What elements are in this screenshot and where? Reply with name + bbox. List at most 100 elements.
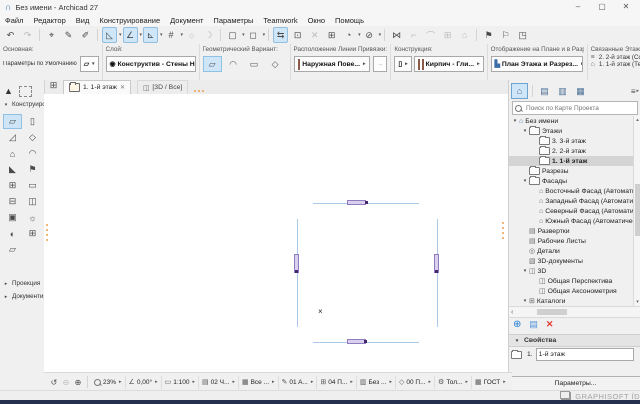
slab-tool[interactable]: ◇ — [23, 130, 42, 145]
orientation-dropdown[interactable]: ▾ — [379, 32, 382, 38]
tree-item-schedules[interactable]: ▾ ⊞ Каталоги — [509, 296, 633, 306]
zoom-fit-icon[interactable]: ↺ — [48, 376, 60, 389]
wall-node-left[interactable] — [295, 270, 298, 273]
adjust-icon[interactable]: ⌐ — [406, 27, 421, 43]
tree-item-story-2[interactable]: 2. 2-й этаж — [509, 146, 633, 156]
project-map-icon[interactable]: ⌂ — [511, 83, 528, 99]
menu-window[interactable]: Окно — [303, 16, 330, 25]
measure-icon[interactable]: ✐ — [78, 27, 93, 43]
maximize-button[interactable]: ▢ — [590, 0, 614, 13]
gravity-icon[interactable]: ☼ — [184, 27, 199, 43]
geometry-polygon-button[interactable]: ◇ — [266, 56, 285, 72]
tree-item-east-elevation[interactable]: ⌂ Восточный Фасад (Автоматич — [509, 186, 633, 196]
dimension-style-chip[interactable]: ⚙ Тол... ▸ — [435, 376, 472, 389]
delete-icon[interactable]: ✕ — [546, 319, 554, 330]
mesh-tool[interactable]: ⊞ — [23, 226, 42, 241]
standard-chip[interactable]: ▦ ГОСТ ▸ — [472, 376, 509, 389]
toolbox-section-document[interactable]: ▸ Документир- — [2, 293, 44, 300]
tree-item-3d-documents[interactable]: ▧ 3D-документы — [509, 256, 633, 266]
upper-story-label[interactable]: 2. 2-й этаж (Собс — [599, 54, 640, 61]
layout-book-icon[interactable]: ▥ — [554, 83, 571, 99]
pen-set-chip[interactable]: ✎ 01 A... ▸ — [279, 376, 318, 389]
tab-overview-icon[interactable]: ⊞ — [46, 77, 61, 93]
door-tool[interactable]: ▭ — [23, 178, 42, 193]
toolbox-section-design[interactable]: ▾ Конструиров — [2, 101, 44, 108]
tree-item-story-3[interactable]: 3. 3-й этаж — [509, 136, 633, 146]
structure-type-button[interactable]: ▯ ▸ — [394, 56, 411, 72]
orientation-icon[interactable]: ⊘ — [362, 27, 377, 43]
flag-empty-icon[interactable]: ⚐ — [498, 27, 513, 43]
horizontal-scroll-thumb[interactable] — [537, 309, 567, 315]
menu-help[interactable]: Помощь — [330, 16, 369, 25]
geometry-rectangle-button[interactable]: ▭ — [245, 56, 264, 72]
right-splitter-handle[interactable] — [502, 222, 504, 239]
tree-item-3d[interactable]: ▾ ◫ 3D — [509, 266, 633, 276]
zoom-level-chip[interactable]: 23% ▸ — [91, 376, 126, 389]
explode-icon[interactable]: ✕ — [307, 27, 322, 43]
tree-item-sections[interactable]: Разрезы — [509, 166, 633, 176]
window-tool[interactable]: ⊟ — [3, 194, 22, 209]
graphisoft-id-icon[interactable] — [561, 392, 571, 400]
lock-dropdown[interactable]: ▾ — [263, 32, 266, 38]
publisher-icon[interactable]: ▦ — [572, 83, 589, 99]
flag-filled-icon[interactable]: ⚑ — [481, 27, 496, 43]
floor-plan-canvas[interactable]: × — [44, 94, 508, 372]
layer-combination-chip[interactable]: ▤ 02 Ч... ▸ — [199, 376, 239, 389]
left-splitter-handle[interactable] — [46, 224, 48, 241]
tree-item-north-elevation[interactable]: ⌂ Северный Фасад (Автоматиче — [509, 206, 633, 216]
wall-segment-top[interactable] — [347, 200, 366, 205]
menu-options[interactable]: Параметры — [208, 16, 258, 25]
curtain-wall-tool[interactable]: ⊞ — [3, 178, 22, 193]
mouse-constraints-icon[interactable]: ☽ — [201, 27, 216, 43]
snap-guides-dropdown[interactable]: ▾ — [140, 32, 143, 38]
story-name-field[interactable] — [536, 348, 634, 361]
menu-file[interactable]: Файл — [0, 16, 28, 25]
align-icon[interactable]: ⊞ — [324, 27, 339, 43]
snap-guides-icon[interactable]: ∠ — [123, 27, 138, 43]
tree-horizontal-scrollbar[interactable]: ‹ › — [509, 306, 640, 318]
grid-snap-icon[interactable]: # — [164, 27, 179, 43]
structure-display-chip[interactable]: ▦ Все ... ▸ — [239, 376, 279, 389]
favorites-icon[interactable]: ◳ — [515, 27, 530, 43]
stair-tool[interactable]: ▱ — [3, 242, 22, 257]
lock-icon[interactable]: ◻ — [246, 27, 261, 43]
marquee-dropdown[interactable]: ▾ — [242, 32, 245, 38]
morph-tool[interactable]: ◣ — [3, 162, 22, 177]
beam-tool[interactable]: ◿ — [3, 130, 22, 145]
skylight-tool[interactable]: ◫ — [23, 194, 42, 209]
fillet-icon[interactable]: ⌒ — [423, 27, 438, 43]
compass-dropdown[interactable]: ▾ — [358, 32, 361, 38]
tree-item-details[interactable]: ◎ Детали — [509, 246, 633, 256]
model-view-chip[interactable]: ⊞ 04 П... ▸ — [317, 376, 357, 389]
lamp-tool[interactable]: ☼ — [23, 210, 42, 225]
floor-plan-display-button[interactable]: ▙ План Этажа и Разрез... ▸ — [491, 56, 583, 72]
wall-node-top[interactable] — [365, 201, 368, 204]
tab-floor-plan[interactable]: 1. 1-й этаж ✕ — [63, 80, 131, 94]
vertical-scroll-thumb[interactable] — [635, 184, 640, 236]
snap-points-icon[interactable]: ⊾ — [143, 27, 158, 43]
wall-default-button[interactable]: ▱ ▾ — [80, 56, 99, 72]
refline-flip-button[interactable]: → — [373, 56, 388, 72]
tree-item-axonometry[interactable]: ◫ Общая Аксонометрия — [509, 286, 633, 296]
tree-item-elevations[interactable]: ▾ Фасады — [509, 176, 633, 186]
refline-select-button[interactable]: Наружная Пове... ▸ — [294, 56, 370, 72]
minimize-button[interactable]: – — [566, 0, 590, 13]
renovation-filter-chip[interactable]: ◇ 00 П... ▸ — [396, 376, 435, 389]
grid-snap-dropdown[interactable]: ▾ — [181, 32, 184, 38]
virtual-trace-icon[interactable]: ⊡ — [290, 27, 305, 43]
properties-section-header[interactable]: ▾ Свойства — [509, 334, 640, 347]
guide-lines-dropdown[interactable]: ▾ — [119, 32, 122, 38]
wall-node-right[interactable] — [435, 270, 438, 273]
snap-points-dropdown[interactable]: ▾ — [160, 32, 163, 38]
marquee-options-icon[interactable]: ▢ — [225, 27, 240, 43]
geometry-curved-button[interactable]: ◠ — [224, 56, 243, 72]
zoom-in-icon[interactable]: ⊕ — [72, 376, 84, 389]
tree-item-south-elevation[interactable]: ⌂ Южный Фасад (Автоматическ — [509, 216, 633, 226]
inject-parameters-icon[interactable]: ✎ — [61, 27, 76, 43]
zoom-out-icon[interactable]: ⊖ — [60, 376, 72, 389]
zone-tool[interactable]: ◐ — [3, 226, 22, 241]
marquee-tool-icon[interactable] — [19, 86, 32, 97]
search-input[interactable] — [524, 104, 635, 113]
settings-button[interactable]: Параметры... — [510, 376, 640, 391]
arrow-tool-icon[interactable]: ▲ — [4, 86, 13, 97]
